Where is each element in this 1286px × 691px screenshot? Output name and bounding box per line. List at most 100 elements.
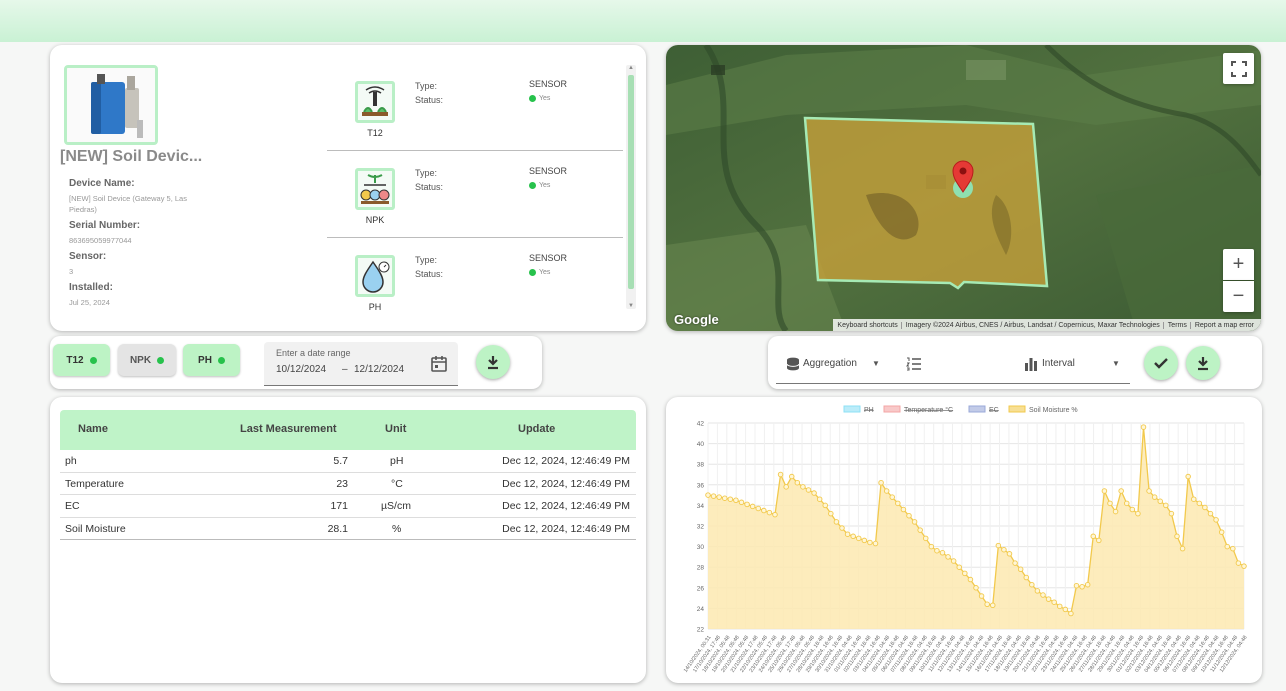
data-point[interactable] [1073, 582, 1080, 589]
data-point[interactable] [766, 509, 773, 516]
data-point[interactable] [1207, 510, 1214, 517]
data-point[interactable] [1135, 510, 1141, 517]
header-unit[interactable]: Unit [385, 423, 406, 435]
date-range-field[interactable]: Enter a date range 10/12/2024 – 12/12/20… [264, 342, 458, 386]
data-point[interactable] [1230, 545, 1236, 552]
data-point[interactable] [1023, 574, 1030, 581]
legend-label[interactable]: Temperature °C [904, 406, 953, 414]
data-point[interactable] [828, 510, 834, 517]
data-point[interactable] [749, 503, 756, 510]
data-point[interactable] [1151, 494, 1158, 500]
fullscreen-button[interactable] [1223, 53, 1254, 84]
data-point[interactable] [1012, 560, 1018, 566]
field-boundary-polygon[interactable] [803, 116, 1049, 290]
data-point[interactable] [1040, 592, 1046, 598]
data-point[interactable] [744, 501, 750, 508]
sensor-row-npk[interactable]: NPK Type: Status: SENSOR Yes [327, 152, 623, 238]
data-point[interactable] [1157, 498, 1164, 505]
data-point[interactable] [1168, 510, 1175, 517]
data-point[interactable] [1146, 488, 1152, 494]
table-row[interactable]: Temperature 23 °C Dec 12, 2024, 12:46:49… [60, 473, 636, 495]
data-point[interactable] [906, 512, 912, 519]
scroll-thumb[interactable] [628, 75, 634, 289]
data-point[interactable] [811, 490, 817, 496]
data-point[interactable] [945, 554, 951, 560]
data-point[interactable] [1107, 500, 1113, 507]
data-point[interactable] [1163, 502, 1169, 509]
data-point[interactable] [995, 542, 1002, 549]
data-point[interactable] [978, 593, 985, 599]
data-point[interactable] [705, 492, 711, 498]
data-point[interactable] [872, 540, 879, 547]
soil-moisture-chart[interactable]: PH Temperature °C EC Soil Moisture % 22 24 26… [666, 397, 1262, 683]
aggregation-select[interactable]: Aggregation [803, 358, 857, 369]
data-point[interactable] [1006, 551, 1013, 557]
chip-npk[interactable]: NPK [118, 344, 176, 376]
data-point[interactable] [844, 531, 851, 537]
data-point[interactable] [1218, 529, 1225, 535]
data-point[interactable] [878, 479, 884, 486]
data-point[interactable] [1045, 596, 1052, 602]
zoom-in-button[interactable]: + [1223, 249, 1254, 280]
data-point[interactable] [900, 506, 907, 513]
data-point[interactable] [710, 493, 717, 499]
legend-label[interactable]: PH [864, 407, 874, 414]
satellite-map[interactable] [666, 45, 1261, 331]
legend-label[interactable]: EC [989, 407, 999, 414]
data-point[interactable] [973, 585, 979, 591]
data-point[interactable] [1213, 517, 1219, 523]
data-point[interactable] [1118, 488, 1124, 494]
data-point[interactable] [1185, 473, 1191, 480]
data-point[interactable] [956, 564, 963, 570]
data-point[interactable] [738, 499, 745, 506]
sensor-list-scrollbar[interactable]: ▲ ▼ [626, 65, 636, 309]
map-card[interactable]: + − Google Keyboard shortcuts Imagery ©2… [666, 45, 1261, 331]
data-point[interactable] [1140, 424, 1147, 430]
data-point[interactable] [1196, 500, 1203, 507]
chip-t12[interactable]: T12 [53, 344, 110, 376]
data-point[interactable] [794, 479, 801, 486]
data-point[interactable] [1096, 537, 1102, 544]
data-point[interactable] [1001, 546, 1007, 553]
download-button[interactable] [476, 345, 510, 379]
data-point[interactable] [761, 507, 767, 514]
data-point[interactable] [1017, 566, 1024, 573]
data-point[interactable] [1124, 500, 1130, 507]
data-point[interactable] [1129, 506, 1136, 513]
data-point[interactable] [1112, 508, 1119, 515]
data-point[interactable] [1068, 610, 1074, 617]
data-point[interactable] [1084, 581, 1091, 588]
data-point[interactable] [777, 471, 784, 478]
data-point[interactable] [984, 601, 990, 608]
legend-label[interactable]: Soil Moisture % [1029, 407, 1078, 414]
data-point[interactable] [911, 519, 918, 525]
data-point[interactable] [1062, 606, 1069, 613]
scroll-up-arrow-icon[interactable]: ▲ [628, 65, 634, 71]
data-point[interactable] [1079, 584, 1085, 590]
data-point[interactable] [800, 484, 806, 490]
data-point[interactable] [1202, 504, 1208, 511]
data-point[interactable] [939, 550, 946, 556]
data-point[interactable] [1051, 599, 1057, 605]
data-point[interactable] [1029, 581, 1035, 588]
data-point[interactable] [967, 576, 974, 583]
data-point[interactable] [855, 535, 862, 542]
data-point[interactable] [861, 537, 868, 544]
data-point[interactable] [1090, 533, 1097, 540]
legend-swatch[interactable] [883, 405, 901, 413]
table-row[interactable]: Soil Moisture 28.1 % Dec 12, 2024, 12:46… [60, 518, 636, 540]
data-point[interactable] [990, 602, 996, 609]
chevron-down-icon[interactable]: ▼ [1112, 359, 1120, 368]
data-point[interactable] [928, 543, 935, 550]
chip-ph[interactable]: PH [183, 344, 240, 376]
data-point[interactable] [962, 570, 968, 577]
sensor-row-ph[interactable]: PH Type: Status: SENSOR Yes [327, 239, 623, 325]
data-point[interactable] [934, 547, 940, 554]
data-point[interactable] [755, 505, 761, 512]
data-point[interactable] [722, 495, 728, 501]
data-point[interactable] [1174, 533, 1180, 540]
data-point[interactable] [839, 525, 845, 531]
data-point[interactable] [950, 558, 957, 564]
data-point[interactable] [783, 484, 789, 490]
apply-button[interactable] [1144, 346, 1178, 380]
